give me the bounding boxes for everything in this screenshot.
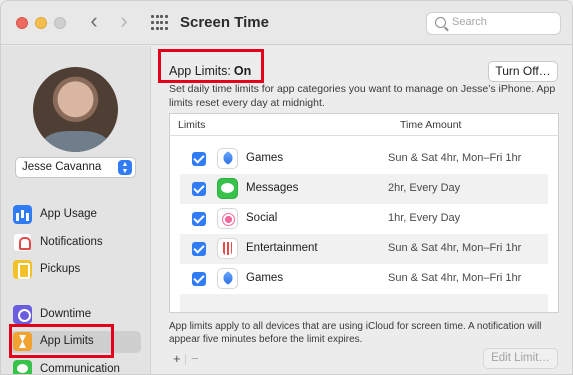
app-usage-icon [13, 205, 32, 224]
sidebar-item-label: Pickups [40, 263, 81, 275]
entertainment-icon [217, 238, 238, 259]
description-text: Set daily time limits for app categories… [169, 83, 556, 109]
search-input[interactable] [452, 16, 552, 28]
back-chevron-icon[interactable]: ‹ [83, 10, 105, 33]
games-icon [217, 268, 238, 289]
avatar [33, 67, 118, 152]
sidebar-item-downtime[interactable]: Downtime [13, 304, 138, 326]
row-app-name: Social [246, 212, 278, 224]
limits-table: Limits Time Amount Games Sun & Sat 4hr, … [169, 113, 559, 313]
row-checkbox[interactable] [192, 272, 206, 286]
edit-limit-button[interactable]: Edit Limit… [483, 348, 558, 369]
highlight-box-heading [158, 49, 264, 83]
row-app-name: Games [246, 152, 284, 164]
row-time-amount: Sun & Sat 4hr, Mon–Fri 1hr [388, 152, 522, 164]
row-checkbox[interactable] [192, 242, 206, 256]
forward-chevron-icon[interactable]: › [113, 10, 135, 33]
user-name: Jesse Cavanna [22, 161, 102, 173]
sidebar-item-communication[interactable]: Communication [13, 359, 138, 375]
games-icon [217, 148, 238, 169]
turn-off-button[interactable]: Turn Off… [488, 61, 558, 82]
sidebar-item-notifications[interactable]: Notifications [13, 232, 138, 254]
sidebar-item-label: App Usage [40, 208, 97, 220]
close-window-button[interactable] [16, 17, 28, 29]
social-icon [217, 208, 238, 229]
row-app-name: Games [246, 272, 284, 284]
messages-icon [217, 178, 238, 199]
table-row[interactable]: Social 1hr, Every Day [180, 204, 548, 234]
row-time-amount: Sun & Sat 4hr, Mon–Fri 1hr [388, 242, 522, 254]
table-row-empty [180, 294, 548, 312]
user-select[interactable]: Jesse Cavanna ▲ ▼ [15, 157, 136, 178]
downtime-icon [13, 305, 32, 324]
row-checkbox[interactable] [192, 182, 206, 196]
add-limit-button[interactable]: + [173, 351, 181, 366]
search-icon [435, 17, 446, 28]
row-app-name: Messages [246, 182, 299, 194]
table-header: Limits Time Amount [170, 114, 558, 136]
title-bar: ‹ › Screen Time [1, 1, 572, 45]
table-row[interactable]: Entertainment Sun & Sat 4hr, Mon–Fri 1hr [180, 234, 548, 264]
row-checkbox[interactable] [192, 152, 206, 166]
column-header-limits: Limits [178, 119, 206, 131]
chevron-updown-icon: ▲ ▼ [118, 160, 132, 175]
remove-limit-button[interactable]: − [191, 351, 199, 366]
row-time-amount: Sun & Sat 4hr, Mon–Fri 1hr [388, 272, 522, 284]
sidebar-item-label: Downtime [40, 308, 92, 320]
window-title: Screen Time [180, 14, 269, 31]
divider [185, 354, 186, 365]
pickups-icon [13, 260, 32, 279]
notifications-icon [13, 233, 32, 252]
row-time-amount: 1hr, Every Day [388, 212, 461, 224]
sidebar-item-label: Notifications [40, 236, 103, 248]
search-field[interactable] [426, 12, 561, 35]
table-row[interactable]: Games Sun & Sat 4hr, Mon–Fri 1hr [180, 144, 548, 174]
highlight-box-app-limits [9, 324, 114, 358]
column-header-time-amount: Time Amount [400, 119, 462, 131]
sidebar-item-label: Communication [40, 363, 120, 375]
sidebar-item-app-usage[interactable]: App Usage [13, 204, 138, 226]
row-time-amount: 2hr, Every Day [388, 182, 461, 194]
zoom-window-button[interactable] [54, 17, 66, 29]
sidebar-item-pickups[interactable]: Pickups [13, 259, 138, 281]
row-checkbox[interactable] [192, 212, 206, 226]
add-remove-control: + − [169, 351, 209, 367]
minimize-window-button[interactable] [35, 17, 47, 29]
table-row[interactable]: Games Sun & Sat 4hr, Mon–Fri 1hr [180, 264, 548, 294]
table-row[interactable]: Messages 2hr, Every Day [180, 174, 548, 204]
main-panel: App Limits: On Turn Off… Set daily time l… [152, 46, 572, 374]
communication-icon [13, 360, 32, 374]
row-app-name: Entertainment [246, 242, 318, 254]
screen-time-window: ‹ › Screen Time Jesse Cavanna ▲▼ App Usa… [0, 0, 573, 375]
footnote-text: App limits apply to all devices that are… [169, 321, 542, 345]
show-all-grid-icon[interactable] [151, 15, 168, 31]
